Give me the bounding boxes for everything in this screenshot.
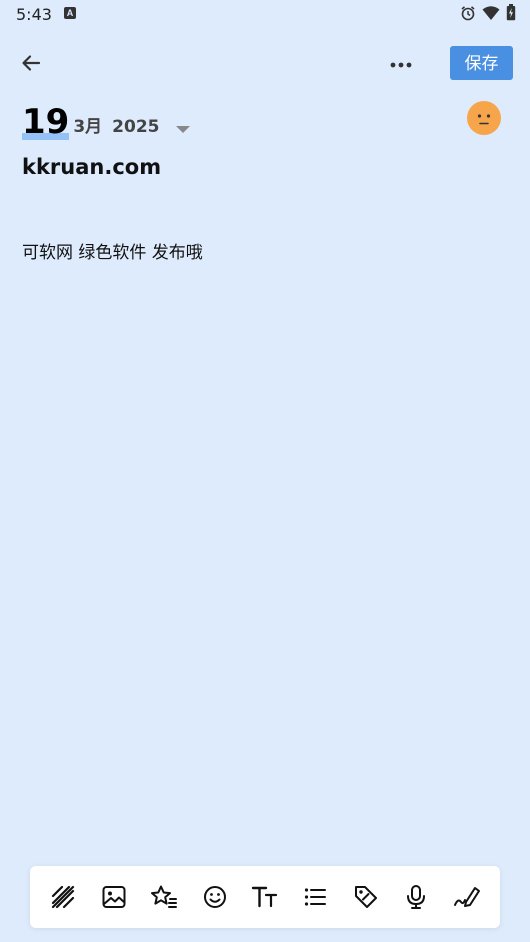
star-list-icon xyxy=(150,884,178,910)
emoji-button[interactable] xyxy=(197,879,233,915)
app-notification-icon: A xyxy=(64,7,76,19)
image-button[interactable] xyxy=(96,879,132,915)
status-bar: 5:43 A xyxy=(0,0,530,28)
text-format-button[interactable] xyxy=(247,879,283,915)
image-icon xyxy=(101,884,127,910)
mood-button[interactable] xyxy=(467,101,501,135)
back-button[interactable] xyxy=(14,48,48,82)
date-year: 2025 xyxy=(112,117,160,137)
status-icons xyxy=(460,4,516,21)
more-options-button[interactable] xyxy=(384,48,418,82)
voice-button[interactable] xyxy=(398,879,434,915)
battery-icon xyxy=(506,4,516,21)
wifi-icon xyxy=(482,5,500,21)
arrow-left-icon xyxy=(20,52,42,79)
neutral-face-icon xyxy=(477,114,491,125)
note-title[interactable]: kkruan.com xyxy=(22,155,502,179)
text-format-icon xyxy=(251,885,279,909)
star-list-button[interactable] xyxy=(146,879,182,915)
date-month: 3月 xyxy=(73,117,103,137)
caret-down-icon[interactable] xyxy=(175,126,190,133)
top-toolbar: 保存 xyxy=(0,40,530,88)
bullet-list-icon xyxy=(303,885,327,909)
template-button[interactable] xyxy=(45,879,81,915)
tag-button[interactable] xyxy=(348,879,384,915)
bullet-list-button[interactable] xyxy=(297,879,333,915)
alarm-icon xyxy=(460,5,476,21)
more-dots-icon xyxy=(389,56,413,74)
emoji-icon xyxy=(202,884,228,910)
status-time: 5:43 xyxy=(16,5,52,24)
template-icon xyxy=(50,884,76,910)
handwriting-button[interactable] xyxy=(449,879,485,915)
date-day: 19 xyxy=(22,102,70,142)
date-selector[interactable]: 19 3月 2025 xyxy=(22,100,190,140)
save-button[interactable]: 保存 xyxy=(450,46,513,80)
note-body[interactable]: 可软网 绿色软件 发布哦 xyxy=(22,238,502,263)
tag-icon xyxy=(353,884,379,910)
microphone-icon xyxy=(404,884,428,910)
handwriting-icon xyxy=(453,884,481,910)
bottom-toolbar xyxy=(30,866,500,928)
